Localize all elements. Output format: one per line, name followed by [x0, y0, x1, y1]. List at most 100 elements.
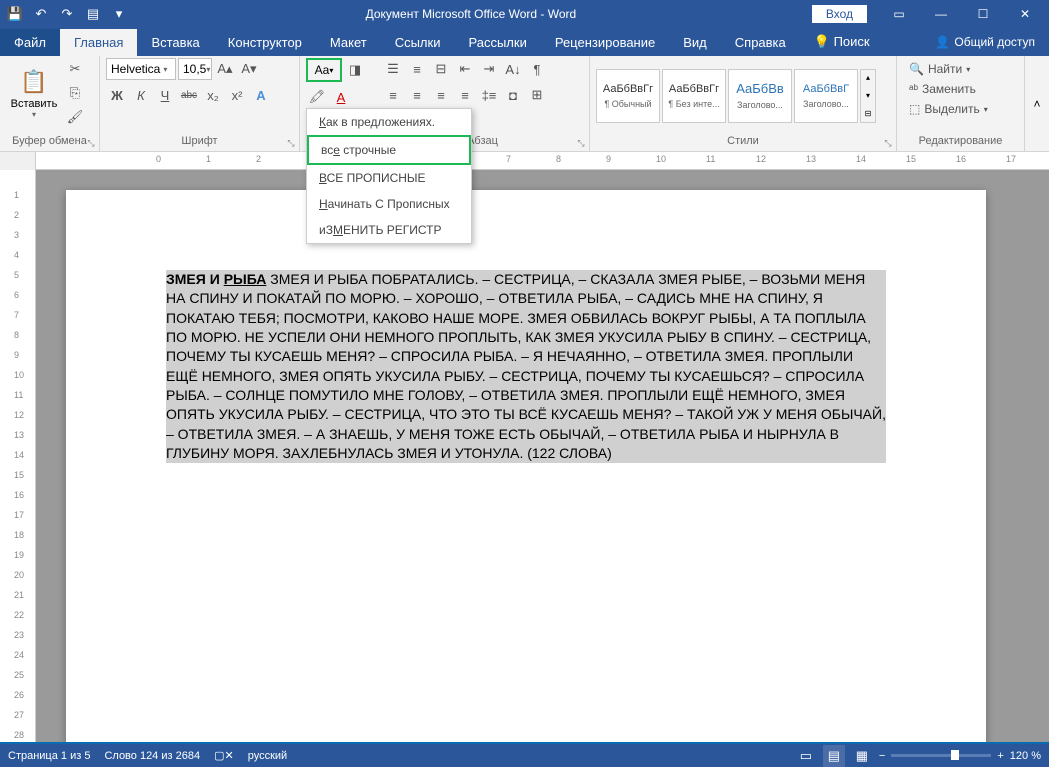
share-button[interactable]: 👤Общий доступ — [921, 29, 1049, 55]
zoom-slider[interactable] — [891, 754, 991, 757]
effects-icon: A — [256, 88, 265, 103]
clipboard-launcher[interactable]: ⤡ — [85, 137, 97, 149]
decrease-indent-button[interactable]: ⇤ — [454, 58, 476, 80]
borders-button[interactable]: ⊞ — [526, 84, 548, 106]
tab-file[interactable]: Файл — [0, 29, 60, 56]
qat-customize-button[interactable]: ▾ — [108, 3, 130, 25]
document-scroll[interactable]: ЗМЕЯ И РЫБА ЗМЕЯ И РЫБА ПОБРАТАЛИСЬ. – С… — [36, 170, 1049, 742]
find-button[interactable]: 🔍Найти▾ — [905, 60, 992, 78]
grow-font-button[interactable]: A▴ — [214, 58, 236, 80]
show-marks-button[interactable]: ¶ — [526, 58, 548, 80]
case-upper-item[interactable]: ВСЕ ПРОПИСНЫЕ — [307, 165, 471, 191]
spellcheck-button[interactable]: ▢✕ — [214, 749, 234, 762]
strike-button[interactable]: abc — [178, 84, 200, 106]
style-heading2[interactable]: АаБбВвГЗаголово... — [794, 69, 858, 123]
pilcrow-icon: ¶ — [534, 62, 541, 77]
zoom-in-button[interactable]: + — [997, 750, 1003, 762]
web-layout-button[interactable]: ▦ — [851, 745, 873, 767]
ribbon-collapse[interactable]: ˄ — [1025, 56, 1049, 151]
justify-button[interactable]: ≡ — [454, 84, 476, 106]
ruler-h[interactable]: 01234567891011121314151617 — [36, 152, 1049, 170]
close-button[interactable]: ✕ — [1005, 0, 1045, 28]
underline-button[interactable]: Ч — [154, 84, 176, 106]
numbering-button[interactable]: ≡ — [406, 58, 428, 80]
tab-design[interactable]: Конструктор — [214, 29, 316, 56]
clear-format-button[interactable]: ◨ — [344, 59, 366, 81]
tab-help[interactable]: Справка — [721, 29, 800, 56]
read-mode-button[interactable]: ▭ — [795, 745, 817, 767]
select-button[interactable]: ⬚Выделить▾ — [905, 100, 992, 118]
maximize-icon: ☐ — [978, 7, 989, 21]
paste-button[interactable]: 📋 Вставить ▾ — [6, 58, 62, 126]
save-button[interactable]: 💾 — [4, 3, 26, 25]
ruler-vertical[interactable]: 1234567891011121314151617181920212223242… — [0, 170, 36, 742]
case-capitalize-item[interactable]: Начинать С Прописных — [307, 191, 471, 217]
maximize-button[interactable]: ☐ — [963, 0, 1003, 28]
change-case-button[interactable]: Aa ▾ — [306, 58, 342, 82]
zoom-thumb[interactable] — [951, 750, 959, 760]
superscript-button[interactable]: x² — [226, 84, 248, 106]
chevron-down-icon: ▾ — [866, 91, 870, 100]
italic-button[interactable]: К — [130, 84, 152, 106]
subscript-button[interactable]: x₂ — [202, 84, 224, 106]
font-name-select[interactable]: Helvetica▾ — [106, 58, 176, 80]
align-left-button[interactable]: ≡ — [382, 84, 404, 106]
style-gallery-more[interactable]: ▴ ▾ ⊟ — [860, 69, 876, 123]
search-tab[interactable]: 💡 Поиск — [800, 28, 884, 56]
redo-button[interactable]: ↷ — [56, 3, 78, 25]
bullets-button[interactable]: ☰ — [382, 58, 404, 80]
style-no-spacing[interactable]: АаБбВвГг¶ Без инте... — [662, 69, 726, 123]
tab-mailings[interactable]: Рассылки — [454, 29, 540, 56]
language-status[interactable]: русский — [248, 750, 287, 762]
format-painter-button[interactable]: 🖌 — [64, 106, 86, 128]
ribbon-display-button[interactable]: ▭ — [879, 0, 919, 28]
group-editing: 🔍Найти▾ ᵃᵇЗаменить ⬚Выделить▾ Редактиров… — [897, 56, 1025, 151]
style-heading1[interactable]: АаБбВвЗаголово... — [728, 69, 792, 123]
replace-button[interactable]: ᵃᵇЗаменить — [905, 80, 992, 98]
align-center-button[interactable]: ≡ — [406, 84, 428, 106]
spellcheck-icon: ▢✕ — [214, 750, 234, 762]
case-toggle-item[interactable]: иЗМЕНИТЬ РЕГИСТР — [307, 217, 471, 243]
zoom-level[interactable]: 120 % — [1010, 750, 1041, 762]
style-normal[interactable]: АаБбВвГг¶ Обычный — [596, 69, 660, 123]
qat-more-button[interactable]: ▤ — [82, 3, 104, 25]
cut-button[interactable]: ✂ — [64, 58, 86, 80]
sort-button[interactable]: A↓ — [502, 58, 524, 80]
minimize-button[interactable]: — — [921, 0, 961, 28]
signin-button[interactable]: Вход — [812, 5, 867, 23]
grow-font-icon: A▴ — [217, 61, 232, 77]
case-sentence-item[interactable]: Как в предложениях. — [307, 109, 471, 135]
paragraph-launcher[interactable]: ⤡ — [575, 137, 587, 149]
tab-layout[interactable]: Макет — [316, 29, 381, 56]
word-count[interactable]: Слово 124 из 2684 — [104, 750, 200, 762]
styles-launcher[interactable]: ⤡ — [882, 137, 894, 149]
print-layout-button[interactable]: ▤ — [823, 745, 845, 767]
highlight-button[interactable]: 🖍 — [306, 86, 328, 108]
tab-references[interactable]: Ссылки — [381, 29, 455, 56]
tab-insert[interactable]: Вставка — [137, 29, 213, 56]
align-right-button[interactable]: ≡ — [430, 84, 452, 106]
font-color-icon: A — [337, 90, 346, 105]
tab-review[interactable]: Рецензирование — [541, 29, 669, 56]
increase-indent-button[interactable]: ⇥ — [478, 58, 500, 80]
page-status[interactable]: Страница 1 из 5 — [8, 750, 90, 762]
align-left-icon: ≡ — [389, 88, 397, 103]
font-launcher[interactable]: ⤡ — [285, 137, 297, 149]
tab-home[interactable]: Главная — [60, 29, 137, 56]
shrink-font-button[interactable]: A▾ — [238, 58, 260, 80]
undo-button[interactable]: ↶ — [30, 3, 52, 25]
font-color-button[interactable]: A — [330, 86, 352, 108]
document-text[interactable]: ЗМЕЯ И РЫБА ЗМЕЯ И РЫБА ПОБРАТАЛИСЬ. – С… — [166, 270, 886, 463]
shading-button[interactable]: ◘ — [502, 84, 524, 106]
line-spacing-button[interactable]: ‡≡ — [478, 84, 500, 106]
font-size-select[interactable]: 10,5▾ — [178, 58, 212, 80]
group-styles: АаБбВвГг¶ Обычный АаБбВвГг¶ Без инте... … — [590, 56, 897, 151]
tab-view[interactable]: Вид — [669, 29, 721, 56]
case-lower-item[interactable]: все строчные — [307, 135, 471, 165]
copy-button[interactable]: ⎘ — [64, 82, 86, 104]
multilevel-button[interactable]: ⊟ — [430, 58, 452, 80]
ruler-corner — [0, 152, 36, 170]
bold-button[interactable]: Ж — [106, 84, 128, 106]
text-effects-button[interactable]: A — [250, 84, 272, 106]
zoom-out-button[interactable]: − — [879, 750, 885, 762]
